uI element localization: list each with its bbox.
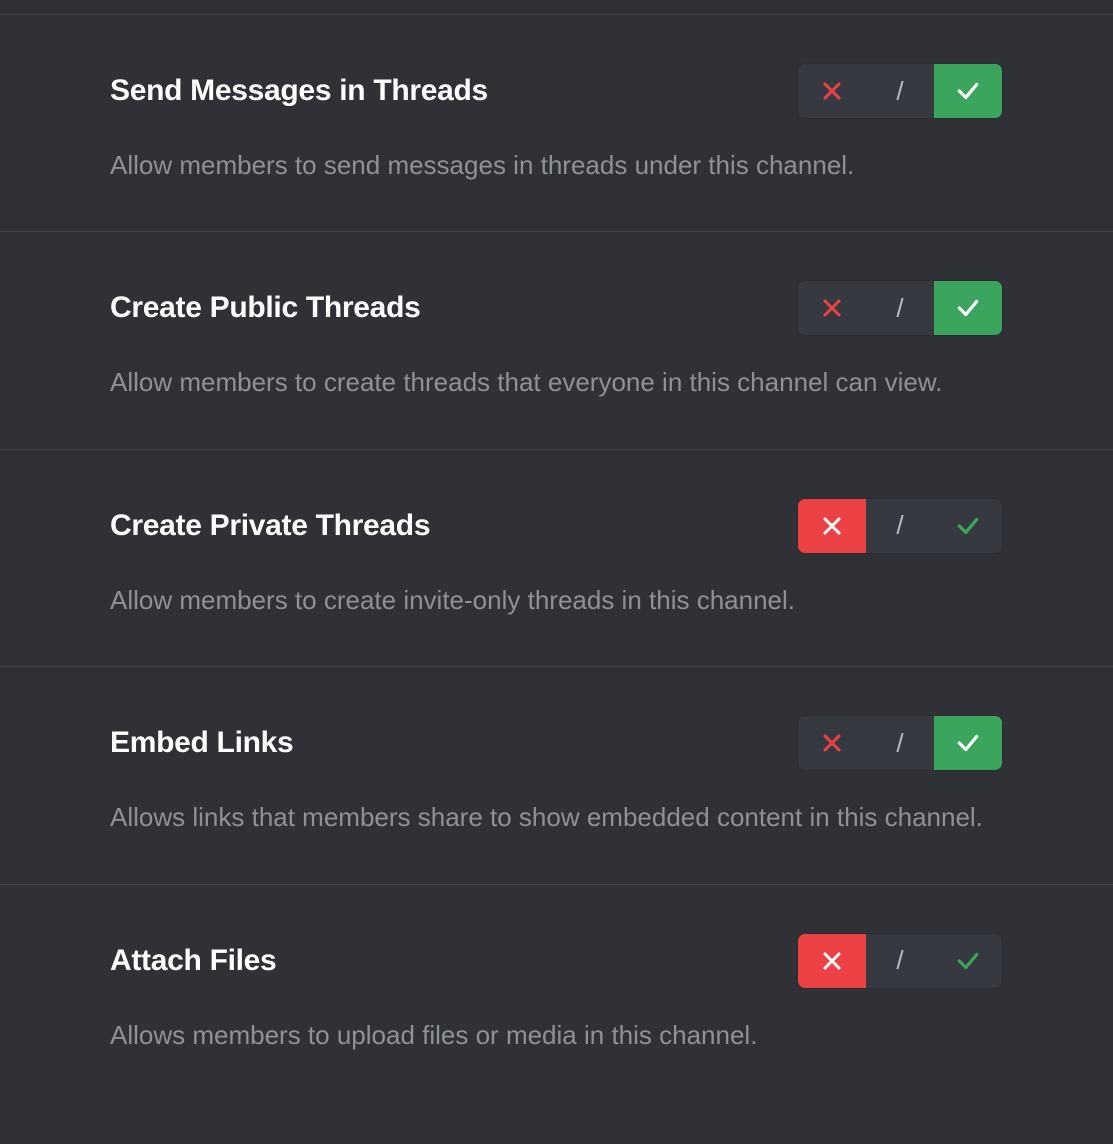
check-icon [955, 78, 981, 104]
permission-toggle-group: / [797, 933, 1003, 989]
permission-neutral-button[interactable]: / [866, 716, 934, 770]
permission-allow-button[interactable] [934, 934, 1002, 988]
permission-toggle-group: / [797, 63, 1003, 119]
x-icon [820, 296, 844, 320]
slash-icon: / [896, 945, 903, 976]
permission-description: Allows links that members share to show … [110, 799, 1003, 835]
permission-toggle-group: / [797, 715, 1003, 771]
permission-toggle-group: / [797, 280, 1003, 336]
permission-neutral-button[interactable]: / [866, 64, 934, 118]
permission-create-private-threads: Create Private Threads / Allow members t… [0, 449, 1113, 666]
permission-allow-button[interactable] [934, 64, 1002, 118]
permission-allow-button[interactable] [934, 716, 1002, 770]
permission-title: Create Public Threads [110, 291, 420, 325]
permission-deny-button[interactable] [798, 716, 866, 770]
check-icon [955, 730, 981, 756]
slash-icon: / [896, 76, 903, 107]
permission-header: Send Messages in Threads / [110, 63, 1003, 119]
permission-header: Embed Links / [110, 715, 1003, 771]
slash-icon: / [896, 293, 903, 324]
permission-deny-button[interactable] [798, 64, 866, 118]
permission-description: Allows members to upload files or media … [110, 1017, 1003, 1053]
permission-attach-files: Attach Files / Allows members to upload … [0, 884, 1113, 1101]
check-icon [955, 513, 981, 539]
permission-neutral-button[interactable]: / [866, 281, 934, 335]
permission-title: Send Messages in Threads [110, 74, 488, 108]
permission-header: Create Private Threads / [110, 498, 1003, 554]
permission-description: Allow members to create invite-only thre… [110, 582, 1003, 618]
slash-icon: / [896, 728, 903, 759]
permission-deny-button[interactable] [798, 281, 866, 335]
permission-neutral-button[interactable]: / [866, 934, 934, 988]
permission-toggle-group: / [797, 498, 1003, 554]
permission-header: Attach Files / [110, 933, 1003, 989]
permission-description: Allow members to create threads that eve… [110, 364, 1003, 400]
permission-allow-button[interactable] [934, 281, 1002, 335]
x-icon [820, 514, 844, 538]
x-icon [820, 949, 844, 973]
check-icon [955, 295, 981, 321]
permission-deny-button[interactable] [798, 499, 866, 553]
permission-title: Create Private Threads [110, 509, 430, 543]
permission-create-public-threads: Create Public Threads / Allow members to… [0, 231, 1113, 448]
permission-embed-links: Embed Links / Allows links that members … [0, 666, 1113, 883]
x-icon [820, 79, 844, 103]
permission-header: Create Public Threads / [110, 280, 1003, 336]
slash-icon: / [896, 510, 903, 541]
permission-send-messages-in-threads: Send Messages in Threads / Allow members… [0, 14, 1113, 231]
check-icon [955, 948, 981, 974]
x-icon [820, 731, 844, 755]
permissions-list: Send Messages in Threads / Allow members… [0, 14, 1113, 1101]
permission-title: Embed Links [110, 726, 293, 760]
permission-deny-button[interactable] [798, 934, 866, 988]
permission-description: Allow members to send messages in thread… [110, 147, 1003, 183]
permission-title: Attach Files [110, 944, 276, 978]
permission-neutral-button[interactable]: / [866, 499, 934, 553]
permission-allow-button[interactable] [934, 499, 1002, 553]
